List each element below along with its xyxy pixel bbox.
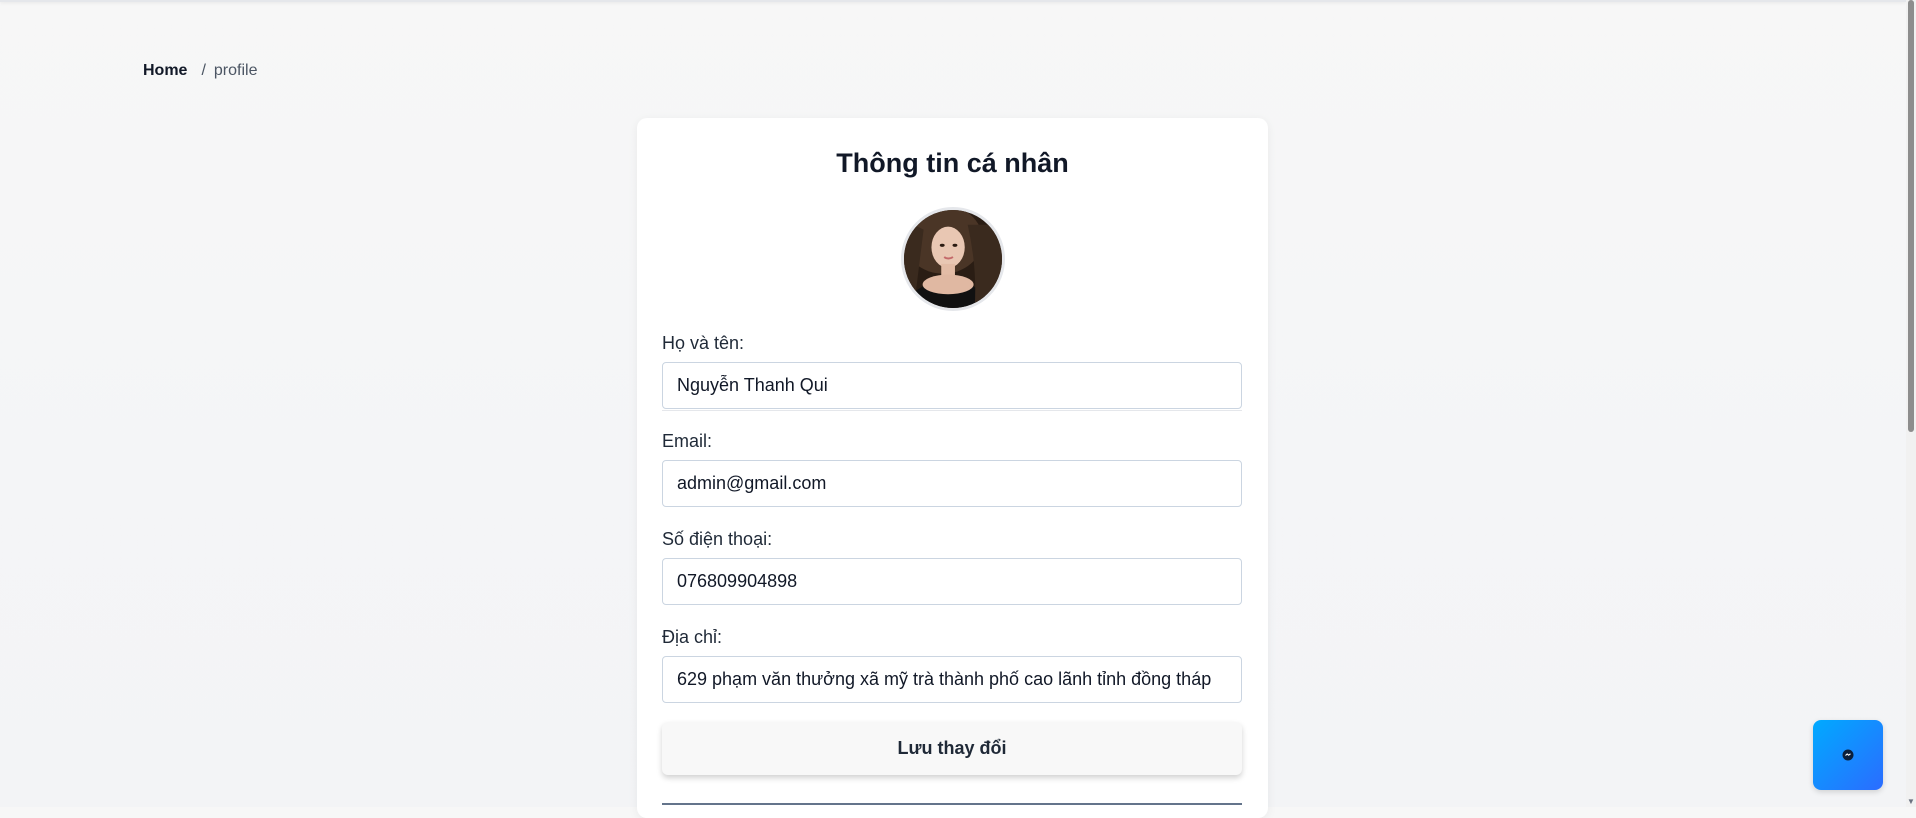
page-title: Thông tin cá nhân (836, 148, 1069, 178)
phone-input[interactable] (662, 558, 1242, 605)
breadcrumb-separator: / (201, 62, 206, 79)
scrollbar-thumb[interactable] (1908, 0, 1914, 432)
top-divider (0, 0, 1906, 2)
fullname-input[interactable] (662, 362, 1242, 409)
card-bottom-divider (662, 803, 1242, 805)
address-label: Địa chỉ: (662, 627, 723, 647)
profile-card: Thông tin cá nhân Họ và tên: Email: Số đ… (637, 118, 1268, 818)
input-underline (662, 410, 1242, 411)
vertical-scrollbar[interactable]: ▲ ▼ (1906, 0, 1916, 807)
avatar-photo (904, 210, 1002, 308)
address-input[interactable] (662, 656, 1242, 703)
breadcrumb-current: profile (213, 62, 258, 79)
avatar[interactable] (901, 207, 1005, 311)
email-input[interactable] (662, 460, 1242, 507)
breadcrumb: Home / profile (143, 62, 257, 80)
chat-icon (1842, 749, 1854, 761)
email-label: Email: (662, 431, 713, 451)
phone-label: Số điện thoại: (662, 529, 773, 549)
breadcrumb-home-link[interactable]: Home (143, 62, 187, 80)
fullname-label: Họ và tên: (662, 333, 745, 353)
scroll-down-icon[interactable]: ▼ (1906, 797, 1916, 807)
save-changes-button[interactable]: Lưu thay đổi (662, 722, 1242, 775)
chat-button[interactable] (1813, 720, 1883, 790)
